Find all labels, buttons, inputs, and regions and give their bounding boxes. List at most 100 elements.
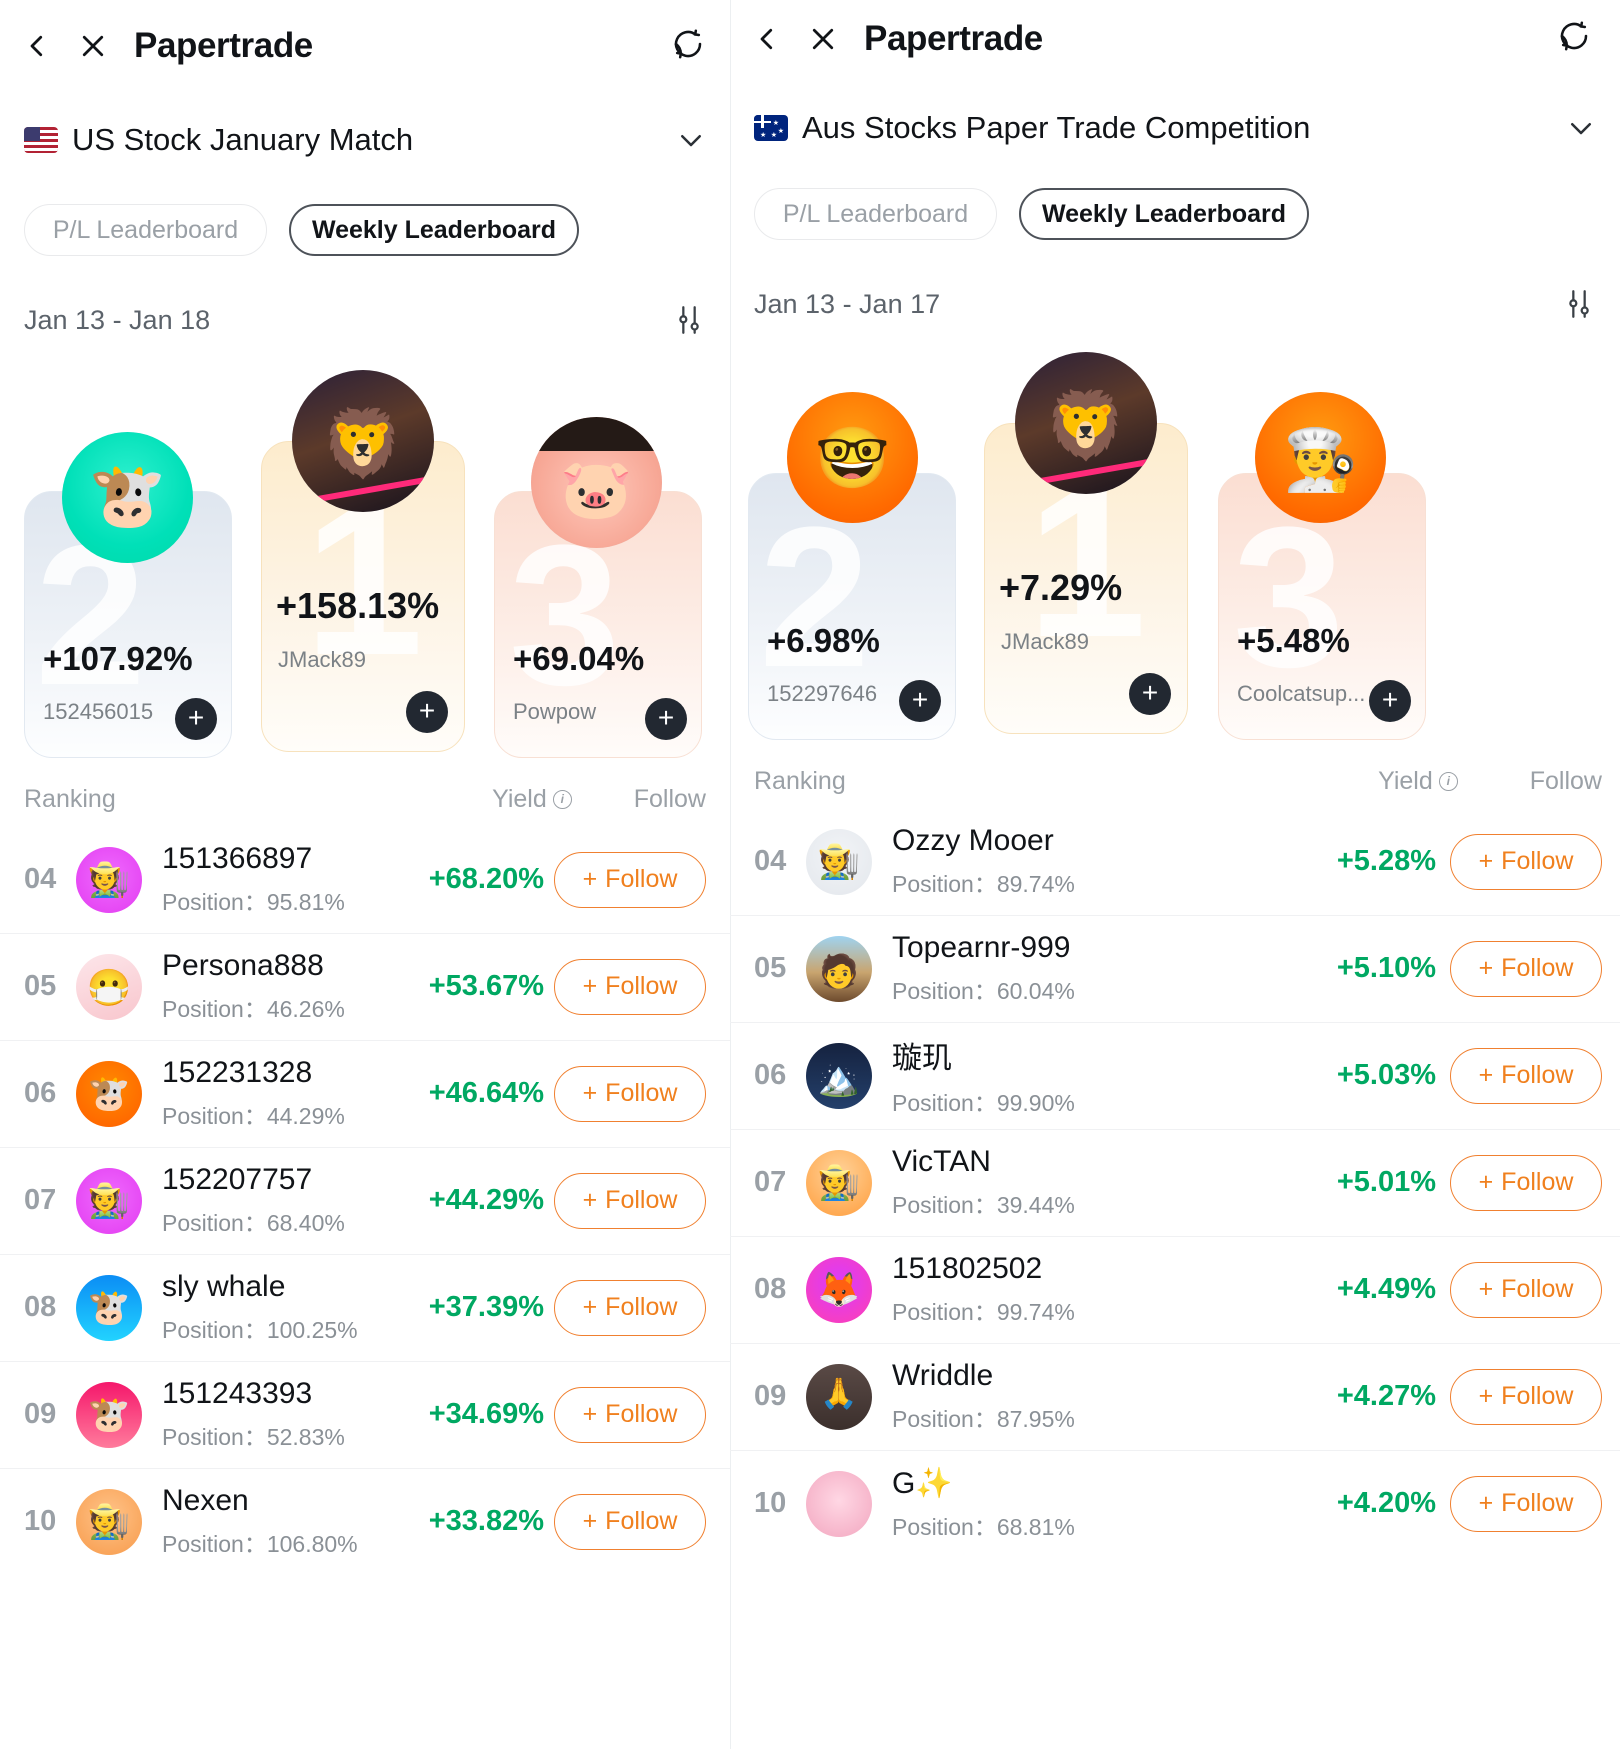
row-user: 151243393 Position：52.83% [162,1377,382,1452]
panel-aus-stocks: Papertrade ★ ★ ★ ★ Aus Stocks Paper Trad… [730,0,1620,1749]
row-rank: 08 [754,1273,787,1305]
contest-selector[interactable]: ★ ★ ★ ★ Aus Stocks Paper Trade Competiti… [730,102,1620,154]
follow-button[interactable]: + Follow [1450,1368,1602,1425]
follow-button[interactable]: + Follow [1450,1475,1602,1532]
table-row[interactable]: 10 G✨ Position：68.81% +4.20% + Follow [730,1450,1620,1557]
podium-username: JMack89 [278,647,367,672]
table-row[interactable]: 04 🧑‍🌾 151366897 Position：95.81% +68.20%… [0,826,730,933]
row-user: 151366897 Position：95.81% [162,842,382,917]
table-row[interactable]: 07 🧑‍🌾 152207757 Position：68.40% +44.29%… [0,1147,730,1254]
podium-follow-button[interactable] [1129,673,1171,715]
table-row[interactable]: 09 🐮 151243393 Position：52.83% +34.69% +… [0,1361,730,1468]
column-ranking: Ranking [754,766,846,795]
row-position-value: 44.29% [266,1103,345,1129]
plus-icon: + [582,1293,598,1321]
row-position-value: 99.90% [996,1090,1075,1116]
plus-icon: + [1478,847,1494,875]
close-icon[interactable] [78,31,108,61]
sliders-icon[interactable] [672,303,706,337]
row-yield: +4.27% [1336,1380,1436,1412]
info-icon[interactable]: i [552,789,572,809]
follow-button[interactable]: + Follow [1450,1261,1602,1318]
row-rank: 09 [754,1380,787,1412]
follow-button[interactable]: + Follow [1450,1047,1602,1104]
plus-icon: + [582,1507,598,1535]
avatar: 🏔️ [806,1042,872,1109]
podium-follow-button[interactable] [899,680,941,722]
podium-yield: +6.98% [767,622,880,659]
close-icon[interactable] [808,24,838,54]
chevron-down-icon[interactable] [676,125,706,155]
refresh-icon[interactable] [670,26,706,62]
follow-button[interactable]: + Follow [554,1065,706,1122]
follow-button[interactable]: + Follow [1450,1154,1602,1211]
podium: 2 +6.98% 152297646 🤓 1 +7.29% JMack89 🦁 [730,340,1620,740]
podium-follow-button[interactable] [406,691,448,733]
avatar: 🐮 [76,1381,142,1448]
row-position-label: Position： [162,1210,267,1236]
podium-follow-button[interactable] [645,698,687,740]
tab-pl-leaderboard[interactable]: P/L Leaderboard [24,204,267,256]
top-bar: Papertrade [730,0,1620,78]
table-row[interactable]: 06 🐮 152231328 Position：44.29% +46.64% +… [0,1040,730,1147]
info-icon[interactable]: i [1438,771,1458,791]
plus-icon: + [582,972,598,1000]
row-position-label: Position： [892,1299,997,1325]
row-username: VicTAN [892,1145,991,1178]
row-position-label: Position： [162,889,267,915]
podium-follow-button[interactable] [175,698,217,740]
podium-yield: +7.29% [999,567,1123,608]
chevron-down-icon[interactable] [1566,113,1596,143]
tab-weekly-leaderboard[interactable]: Weekly Leaderboard [1019,188,1309,240]
tab-pl-leaderboard[interactable]: P/L Leaderboard [754,188,997,240]
row-yield: +44.29% [428,1184,544,1216]
row-position-label: Position： [892,871,997,897]
table-row[interactable]: 05 😷 Persona888 Position：46.26% +53.67% … [0,933,730,1040]
follow-label: Follow [605,1507,678,1535]
row-position-label: Position： [892,1406,997,1432]
list-header: Ranking Yield i Follow [730,754,1620,808]
row-yield: +5.01% [1336,1166,1436,1198]
follow-button[interactable]: + Follow [554,1386,706,1443]
table-row[interactable]: 06 🏔️ 璇玑 Position：99.90% +5.03% + Follow [730,1022,1620,1129]
avatar: 🐮 [76,1060,142,1127]
follow-button[interactable]: + Follow [554,1493,706,1550]
leaderboard-tabs: P/L Leaderboard Weekly Leaderboard [0,204,730,256]
row-yield: +46.64% [428,1077,544,1109]
row-username: 151802502 [892,1252,1043,1285]
row-rank: 04 [754,845,787,877]
follow-button[interactable]: + Follow [1450,833,1602,890]
podium-follow-button[interactable] [1369,680,1411,722]
table-row[interactable]: 08 🐮 sly whale Position：100.25% +37.39% … [0,1254,730,1361]
table-row[interactable]: 05 🧑 Topearnr-999 Position：60.04% +5.10%… [730,915,1620,1022]
table-row[interactable]: 09 🙏 Wriddle Position：87.95% +4.27% + Fol… [730,1343,1620,1450]
follow-label: Follow [1501,954,1574,982]
table-row[interactable]: 08 🦊 151802502 Position：99.74% +4.49% + F… [730,1236,1620,1343]
table-row[interactable]: 04 🧑‍🌾 Ozzy Mooer Position：89.74% +5.28%… [730,808,1620,915]
follow-button[interactable]: + Follow [554,1279,706,1336]
sliders-icon[interactable] [1562,287,1596,321]
follow-button[interactable]: + Follow [1450,940,1602,997]
follow-label: Follow [1501,1382,1574,1410]
plus-icon: + [582,865,598,893]
date-range-label: Jan 13 - Jan 18 [24,304,211,335]
row-rank: 06 [754,1059,787,1091]
table-row[interactable]: 10 🧑‍🌾 Nexen Position：106.80% +33.82% + F… [0,1468,730,1575]
refresh-icon[interactable] [1556,18,1592,54]
chevron-left-icon[interactable] [22,31,52,61]
column-follow: Follow [1529,766,1602,795]
chevron-left-icon[interactable] [752,24,782,54]
podium-username: 152297646 [767,681,878,706]
column-follow: Follow [633,784,706,813]
row-position-label: Position： [892,1192,997,1218]
follow-button[interactable]: + Follow [554,1172,706,1229]
follow-button[interactable]: + Follow [554,958,706,1015]
contest-selector[interactable]: US Stock January Match [0,114,730,166]
podium-username: Coolcatsup... [1237,681,1366,706]
follow-button[interactable]: + Follow [554,851,706,908]
row-position-label: Position： [162,1424,267,1450]
tab-weekly-leaderboard[interactable]: Weekly Leaderboard [289,204,579,256]
table-row[interactable]: 07 🧑‍🌾 VicTAN Position：39.44% +5.01% + Fo… [730,1129,1620,1236]
plus-icon: + [582,1079,598,1107]
avatar: 🦊 [806,1256,872,1323]
